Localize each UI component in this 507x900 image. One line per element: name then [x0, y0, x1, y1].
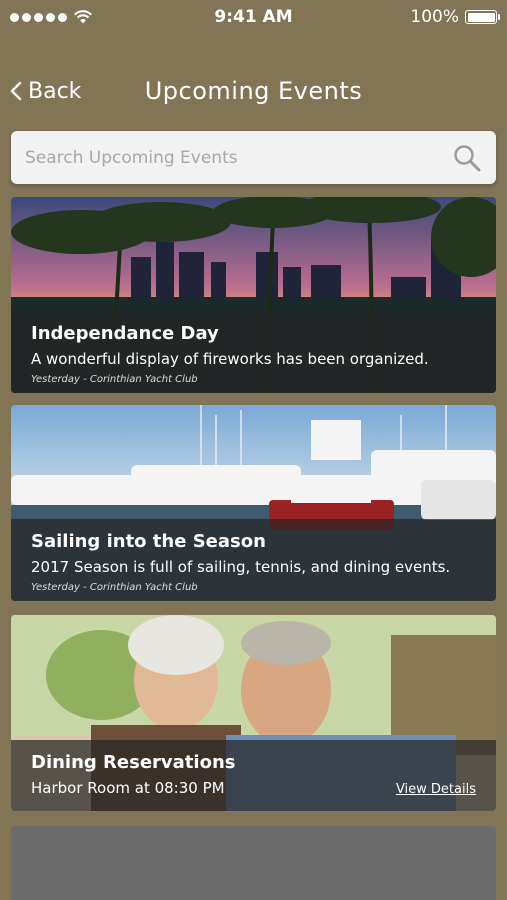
event-title: Dining Reservations [31, 752, 236, 773]
event-card-sailing-season[interactable]: Sailing into the Season 2017 Season is f… [11, 405, 496, 601]
event-title: Independance Day [31, 323, 219, 344]
signal-dots-icon [10, 12, 67, 22]
event-card-placeholder[interactable] [11, 826, 496, 900]
nav-bar: Back Upcoming Events [0, 66, 507, 116]
search-bar [11, 131, 496, 184]
event-row: Harbor Room at 08:30 PM View Details [31, 779, 476, 803]
search-icon[interactable] [452, 143, 482, 173]
event-card-independence-day[interactable]: Independance Day A wonderful display of … [11, 197, 496, 393]
wifi-icon [74, 10, 92, 24]
event-info-panel: Sailing into the Season 2017 Season is f… [11, 519, 496, 601]
event-meta: Yesterday - Corinthian Yacht Club [31, 582, 198, 593]
event-info-panel: Independance Day A wonderful display of … [11, 311, 496, 393]
battery-percent: 100% [410, 7, 459, 27]
event-description: Harbor Room at 08:30 PM [31, 779, 225, 797]
event-card-dining-reservations[interactable]: Dining Reservations Harbor Room at 08:30… [11, 615, 496, 811]
search-input[interactable] [25, 147, 452, 168]
event-meta: Yesterday - Corinthian Yacht Club [31, 374, 198, 385]
status-bar: 9:41 AM 100% [0, 0, 507, 34]
view-details-link[interactable]: View Details [396, 782, 476, 797]
battery-icon [465, 10, 500, 24]
event-description: A wonderful display of fireworks has bee… [31, 350, 429, 368]
page-title: Upcoming Events [144, 77, 363, 105]
event-description: 2017 Season is full of sailing, tennis, … [31, 558, 451, 576]
status-left [10, 9, 170, 25]
event-title: Sailing into the Season [31, 531, 266, 552]
event-info-panel: Dining Reservations Harbor Room at 08:30… [11, 740, 496, 811]
status-right: 100% [337, 7, 500, 27]
